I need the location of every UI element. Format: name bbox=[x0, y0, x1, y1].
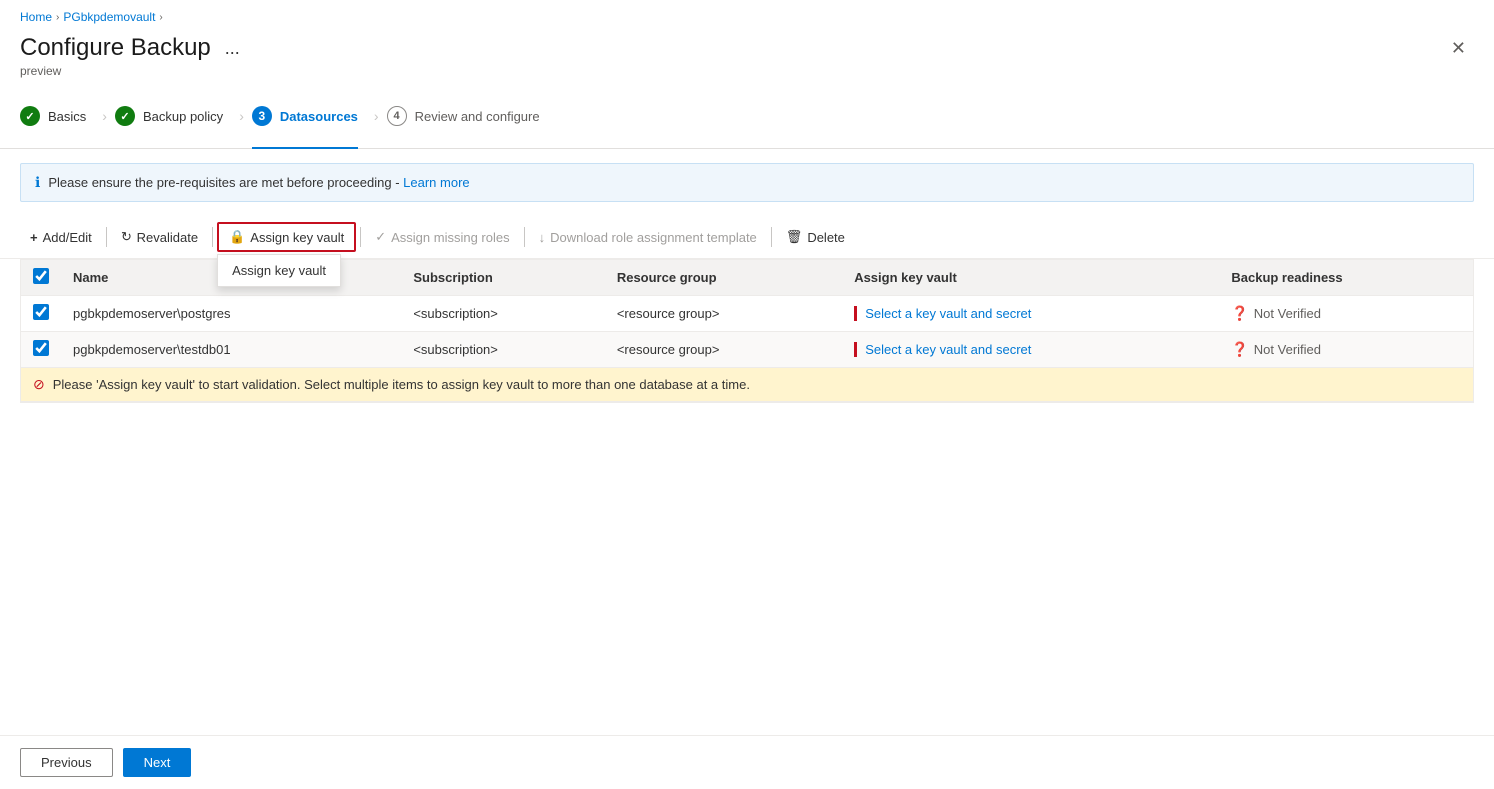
col-header-backup-readiness: Backup readiness bbox=[1219, 260, 1473, 296]
learn-more-link[interactable]: Learn more bbox=[403, 175, 469, 190]
step-review[interactable]: 4 Review and configure bbox=[387, 100, 556, 132]
step-circle-review: 4 bbox=[387, 106, 407, 126]
step-backup-policy[interactable]: ✓ Backup policy bbox=[115, 100, 239, 132]
breadcrumb-sep2: › bbox=[159, 12, 162, 23]
step-label-basics: Basics bbox=[48, 109, 86, 124]
step-sep-1: › bbox=[102, 108, 107, 124]
row1-subscription: <subscription> bbox=[401, 296, 605, 332]
step-circle-datasources: 3 bbox=[252, 106, 272, 126]
row2-backup-readiness: ❓ Not Verified bbox=[1219, 332, 1473, 368]
col-header-assign-key-vault: Assign key vault bbox=[842, 260, 1219, 296]
table-row: pgbkpdemoserver\postgres <subscription> … bbox=[21, 296, 1473, 332]
step-label-review: Review and configure bbox=[415, 109, 540, 124]
row1-backup-readiness: ❓ Not Verified bbox=[1219, 296, 1473, 332]
step-datasources[interactable]: 3 Datasources bbox=[252, 100, 374, 132]
page-header: Configure Backup ... preview ✕ bbox=[0, 30, 1494, 90]
row2-key-vault: Select a key vault and secret bbox=[842, 332, 1219, 368]
row2-checkbox-cell bbox=[21, 332, 61, 368]
breadcrumb: Home › PGbkpdemovault › bbox=[0, 0, 1494, 30]
table-warning-row: ⊘ Please 'Assign key vault' to start val… bbox=[21, 368, 1473, 402]
row1-key-vault: Select a key vault and secret bbox=[842, 296, 1219, 332]
breadcrumb-vault[interactable]: PGbkpdemovault bbox=[63, 10, 155, 24]
previous-button[interactable]: Previous bbox=[20, 748, 113, 777]
delete-icon: 🗑 bbox=[786, 229, 803, 245]
wizard-steps: ✓ Basics › ✓ Backup policy › 3 Datasourc… bbox=[0, 90, 1494, 149]
warning-text: Please 'Assign key vault' to start valid… bbox=[53, 377, 750, 392]
row1-checkbox[interactable] bbox=[33, 304, 49, 320]
page-subtitle: preview bbox=[20, 64, 246, 78]
toolbar-sep-4 bbox=[524, 227, 525, 247]
toolbar: + Add/Edit ↺ Revalidate 🔒 Assign key vau… bbox=[0, 216, 1494, 259]
select-all-checkbox[interactable] bbox=[33, 268, 49, 284]
step-basics[interactable]: ✓ Basics bbox=[20, 100, 102, 132]
page-title: Configure Backup bbox=[20, 34, 211, 62]
step-circle-policy: ✓ bbox=[115, 106, 135, 126]
step-label-policy: Backup policy bbox=[143, 109, 223, 124]
step-sep-3: › bbox=[374, 108, 379, 124]
checkmark-icon: ✓ bbox=[375, 229, 386, 245]
not-verified-icon-2: ❓ bbox=[1231, 341, 1248, 358]
download-icon: ↓ bbox=[539, 230, 546, 245]
col-header-resource-group: Resource group bbox=[605, 260, 842, 296]
toolbar-sep-1 bbox=[106, 227, 107, 247]
row2-name: pgbkpdemoserver\testdb01 bbox=[61, 332, 401, 368]
close-button[interactable]: ✕ bbox=[1443, 34, 1474, 63]
bottom-nav: Previous Next bbox=[0, 735, 1494, 789]
info-icon: ℹ bbox=[35, 174, 40, 191]
info-banner: ℹ Please ensure the pre-requisites are m… bbox=[20, 163, 1474, 202]
ellipsis-button[interactable]: ... bbox=[219, 36, 246, 61]
row2-checkbox[interactable] bbox=[33, 340, 49, 356]
assign-key-vault-button[interactable]: 🔒 Assign key vault bbox=[217, 222, 356, 252]
step-sep-2: › bbox=[239, 108, 244, 124]
step-circle-basics: ✓ bbox=[20, 106, 40, 126]
step-label-datasources: Datasources bbox=[280, 109, 358, 124]
delete-button[interactable]: 🗑 Delete bbox=[776, 224, 855, 250]
warning-cell: ⊘ Please 'Assign key vault' to start val… bbox=[21, 368, 1473, 402]
breadcrumb-sep1: › bbox=[56, 12, 59, 23]
row1-name: pgbkpdemoserver\postgres bbox=[61, 296, 401, 332]
warning-icon: ⊘ bbox=[33, 376, 45, 393]
col-header-subscription: Subscription bbox=[401, 260, 605, 296]
row2-resource-group: <resource group> bbox=[605, 332, 842, 368]
download-template-button[interactable]: ↓ Download role assignment template bbox=[529, 225, 767, 250]
add-icon: + bbox=[30, 230, 38, 245]
refresh-icon: ↺ bbox=[121, 229, 132, 245]
assign-key-vault-tooltip: Assign key vault bbox=[217, 254, 341, 287]
assign-key-vault-wrapper: 🔒 Assign key vault Assign key vault bbox=[217, 222, 356, 252]
row1-key-vault-link[interactable]: Select a key vault and secret bbox=[854, 306, 1031, 321]
info-banner-text: Please ensure the pre-requisites are met… bbox=[48, 175, 469, 190]
assign-missing-roles-button[interactable]: ✓ Assign missing roles bbox=[365, 224, 519, 250]
row2-key-vault-link[interactable]: Select a key vault and secret bbox=[854, 342, 1031, 357]
lock-icon: 🔒 bbox=[229, 229, 245, 245]
add-edit-button[interactable]: + Add/Edit bbox=[20, 225, 102, 250]
toolbar-sep-2 bbox=[212, 227, 213, 247]
breadcrumb-home[interactable]: Home bbox=[20, 10, 52, 24]
row1-checkbox-cell bbox=[21, 296, 61, 332]
table-row: pgbkpdemoserver\testdb01 <subscription> … bbox=[21, 332, 1473, 368]
next-button[interactable]: Next bbox=[123, 748, 192, 777]
revalidate-button[interactable]: ↺ Revalidate bbox=[111, 224, 208, 250]
row1-resource-group: <resource group> bbox=[605, 296, 842, 332]
toolbar-sep-5 bbox=[771, 227, 772, 247]
row2-subscription: <subscription> bbox=[401, 332, 605, 368]
col-header-checkbox bbox=[21, 260, 61, 296]
not-verified-icon-1: ❓ bbox=[1231, 305, 1248, 322]
toolbar-sep-3 bbox=[360, 227, 361, 247]
